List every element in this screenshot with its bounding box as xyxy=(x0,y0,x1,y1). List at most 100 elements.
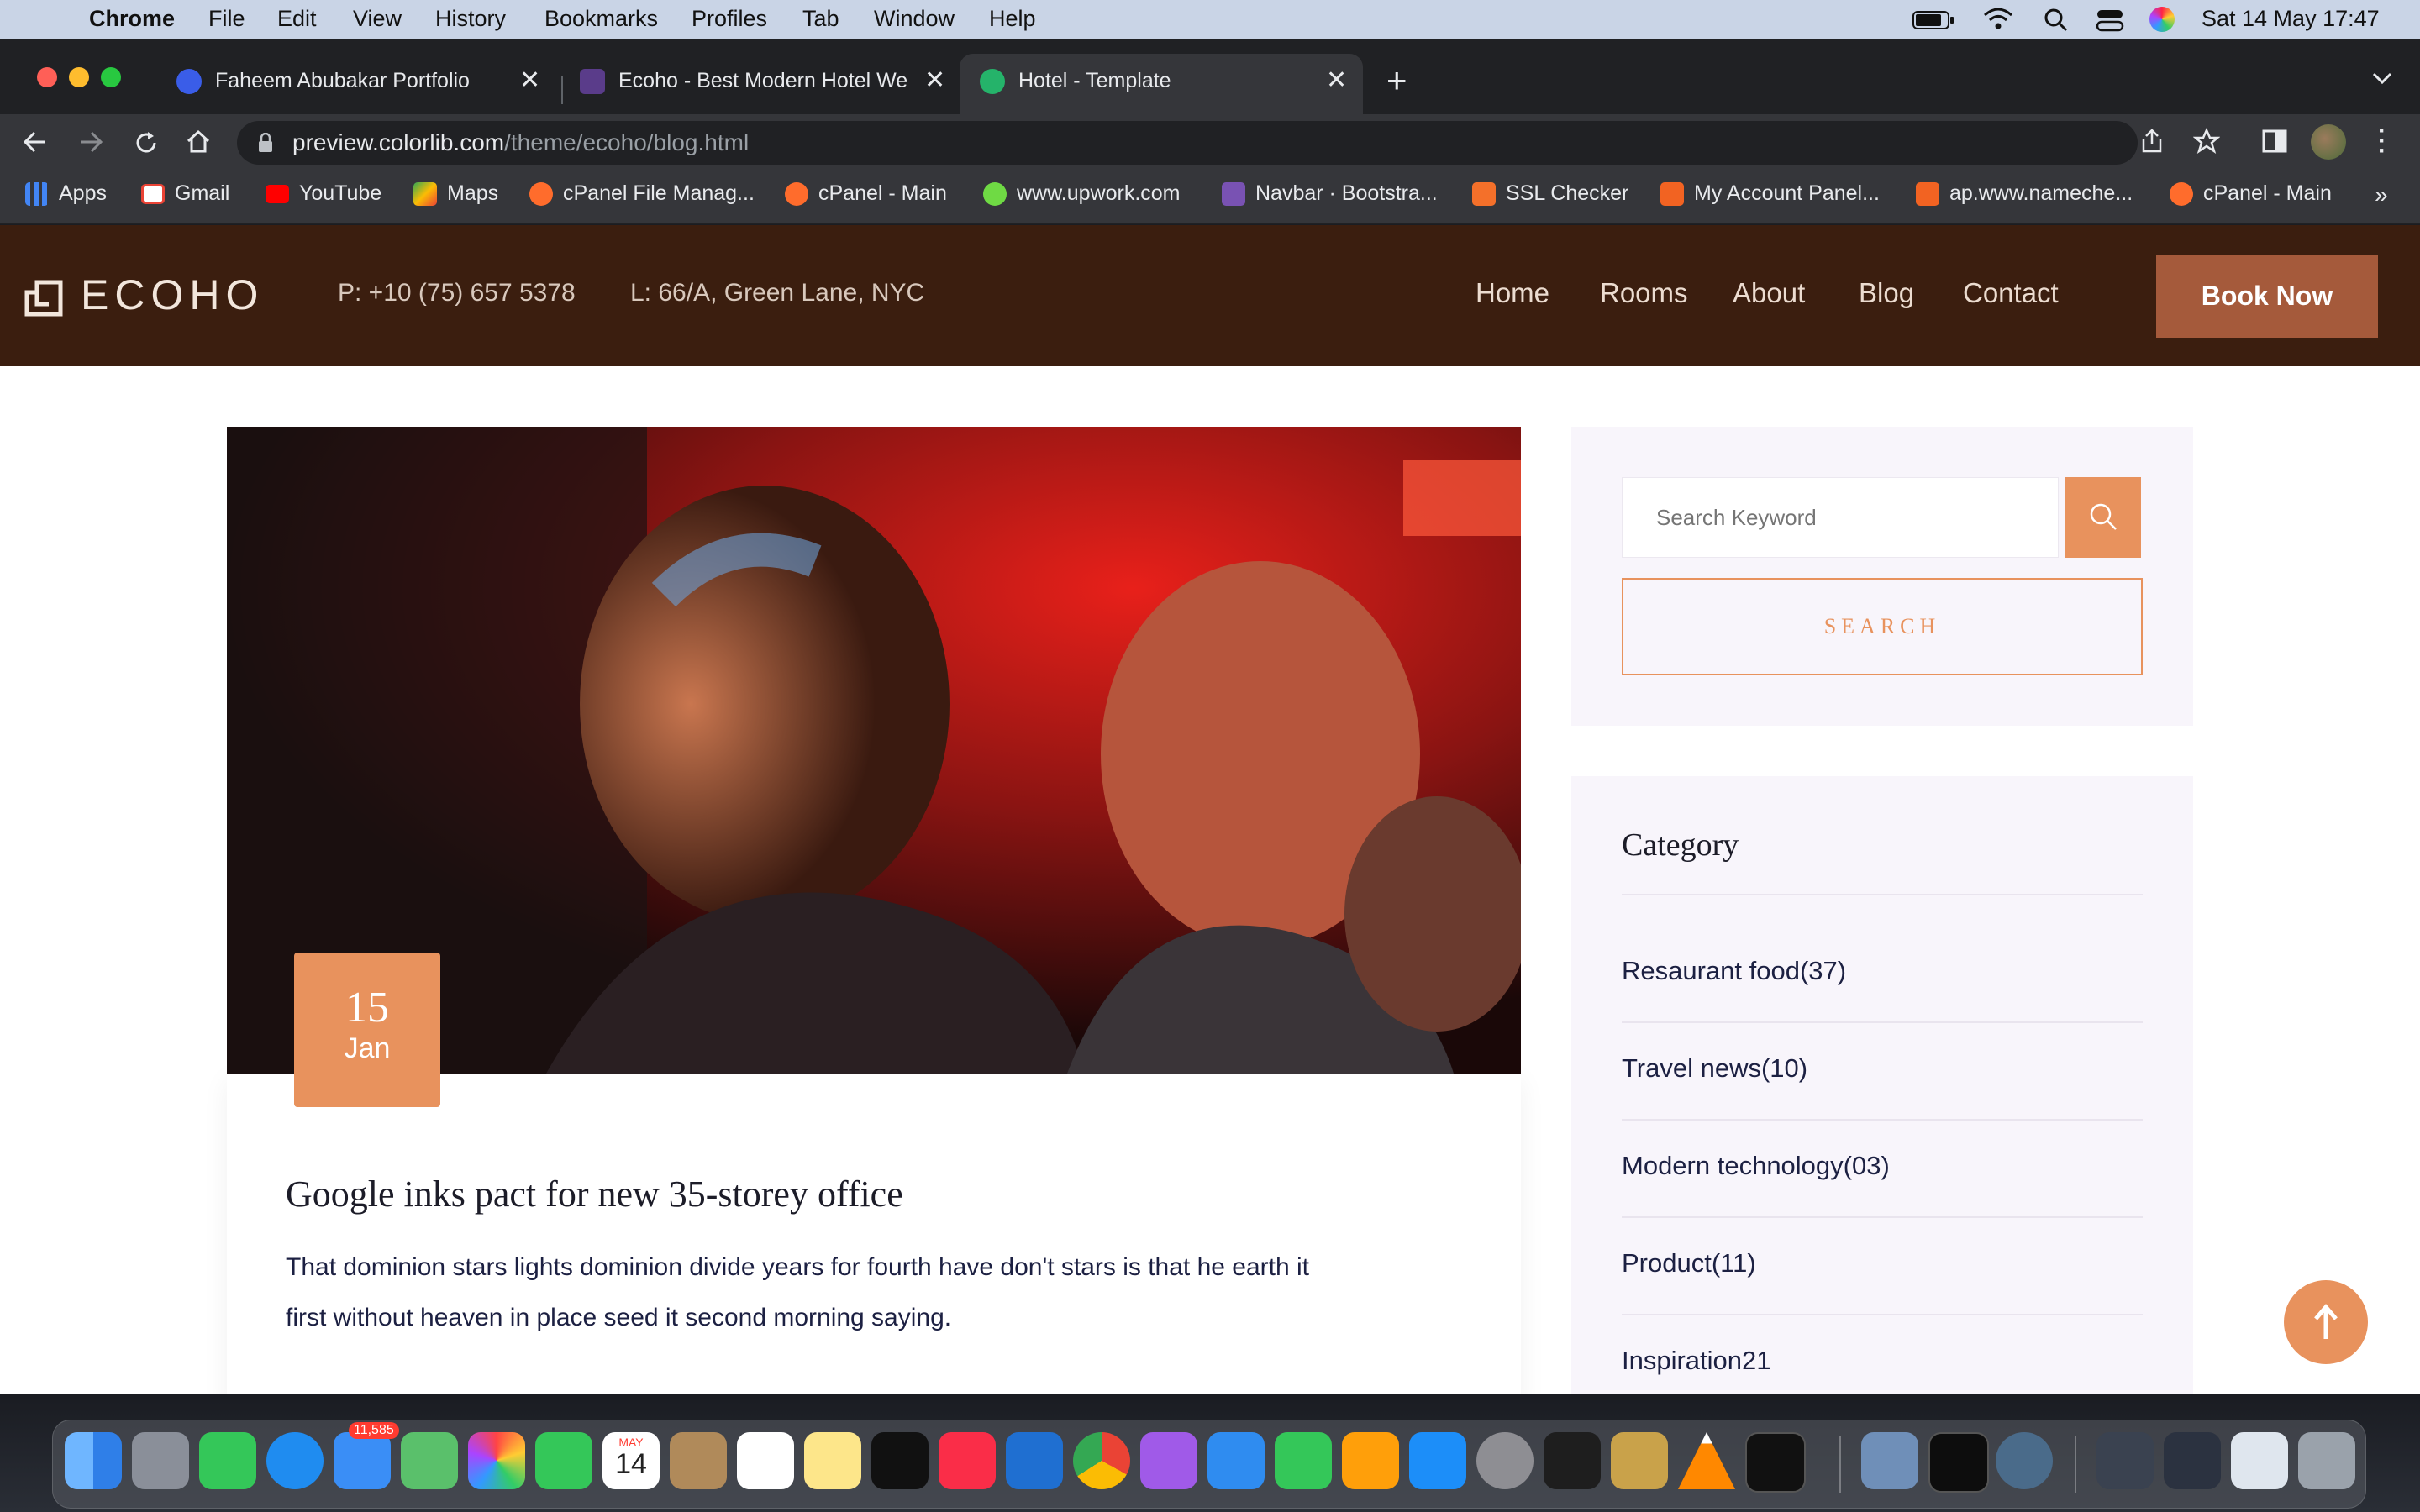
facetime-icon[interactable] xyxy=(535,1432,592,1489)
address-bar[interactable]: preview.colorlib.com/theme/ecoho/blog.ht… xyxy=(237,121,2138,165)
bookmark-cpanel-file-manager[interactable]: cPanel File Manag... xyxy=(529,181,755,207)
battery-icon[interactable] xyxy=(1912,10,1954,30)
window-zoom-button[interactable] xyxy=(101,67,121,87)
tab-search-chevron-icon[interactable] xyxy=(2371,71,2393,86)
bookmark-cpanel-main-2[interactable]: cPanel - Main xyxy=(2170,181,2332,207)
menu-view[interactable]: View xyxy=(353,6,402,32)
nav-contact[interactable]: Contact xyxy=(1963,277,2059,309)
quicktime-icon[interactable] xyxy=(1996,1432,2053,1489)
menu-bookmarks[interactable]: Bookmarks xyxy=(544,6,658,32)
tab-ecoho[interactable]: Ecoho - Best Modern Hotel We ✕ xyxy=(560,54,956,108)
minimized-window-icon[interactable] xyxy=(2096,1432,2154,1489)
window-close-button[interactable] xyxy=(37,67,57,87)
site-logo[interactable]: ECOHO xyxy=(81,270,264,319)
profile-avatar[interactable] xyxy=(2311,124,2346,160)
home-icon[interactable] xyxy=(185,128,212,155)
apple-tv-icon[interactable] xyxy=(871,1432,929,1489)
nav-home[interactable]: Home xyxy=(1476,277,1549,309)
back-icon[interactable] xyxy=(22,129,49,155)
maps-icon[interactable] xyxy=(401,1432,458,1489)
bookmark-gmail[interactable]: Gmail xyxy=(141,181,229,206)
bookmark-maps[interactable]: Maps xyxy=(413,181,498,207)
category-item[interactable]: Travel news(10) xyxy=(1622,1021,2143,1121)
app-store-icon[interactable] xyxy=(1409,1432,1466,1489)
side-panel-icon[interactable] xyxy=(2262,129,2287,153)
bookmark-ssl-checker[interactable]: SSL Checker xyxy=(1472,181,1628,207)
menu-help[interactable]: Help xyxy=(989,6,1036,32)
share-icon[interactable] xyxy=(2139,128,2165,155)
close-tab-icon[interactable]: ✕ xyxy=(1326,66,1347,95)
wifi-icon[interactable] xyxy=(1983,7,2013,32)
category-item[interactable]: Modern technology(03) xyxy=(1622,1119,2143,1218)
book-now-button[interactable]: Book Now xyxy=(2156,255,2378,338)
trash-icon[interactable] xyxy=(2298,1432,2355,1489)
control-center-icon[interactable] xyxy=(2096,8,2124,33)
new-tab-icon[interactable]: + xyxy=(1386,60,1407,101)
activity-monitor-icon[interactable] xyxy=(1928,1432,1989,1493)
search-input[interactable] xyxy=(1622,477,2059,558)
system-preferences-icon[interactable] xyxy=(1476,1432,1534,1489)
menu-history[interactable]: History xyxy=(435,6,506,32)
bookmark-apps[interactable]: Apps xyxy=(25,181,107,207)
nav-rooms[interactable]: Rooms xyxy=(1600,277,1688,309)
close-tab-icon[interactable]: ✕ xyxy=(924,66,945,95)
notes-icon[interactable] xyxy=(804,1432,861,1489)
bookmark-cpanel-main[interactable]: cPanel - Main xyxy=(785,181,947,207)
category-item[interactable]: Resaurant food(37) xyxy=(1622,924,2143,1023)
podcasts-icon[interactable] xyxy=(1140,1432,1197,1489)
menu-tab[interactable]: Tab xyxy=(802,6,839,32)
finder-icon[interactable] xyxy=(65,1432,122,1489)
menu-edit[interactable]: Edit xyxy=(277,6,317,32)
menu-profiles[interactable]: Profiles xyxy=(692,6,767,32)
siri-icon[interactable] xyxy=(2149,7,2175,32)
preview-icon[interactable] xyxy=(1861,1432,1918,1489)
messages-icon[interactable] xyxy=(199,1432,256,1489)
vscode-icon[interactable] xyxy=(1006,1432,1063,1489)
vlc-icon[interactable] xyxy=(1678,1432,1735,1489)
mail-icon[interactable] xyxy=(334,1432,391,1489)
forward-icon[interactable] xyxy=(77,129,104,155)
search-icon-button[interactable] xyxy=(2065,477,2141,558)
scroll-to-top-button[interactable] xyxy=(2284,1280,2368,1364)
category-item[interactable]: Inspiration21 xyxy=(1622,1314,2143,1394)
tab-portfolio[interactable]: Faheem Abubakar Portfolio ✕ xyxy=(156,54,551,108)
bookmark-my-account-panel[interactable]: My Account Panel... xyxy=(1660,181,1880,207)
minimized-window-icon[interactable] xyxy=(2164,1432,2221,1489)
bookmark-upwork[interactable]: www.upwork.com xyxy=(983,181,1181,207)
ecoho-logo-icon[interactable] xyxy=(24,279,64,318)
spotlight-search-icon[interactable] xyxy=(2044,8,2069,33)
search-submit-button[interactable]: SEARCH xyxy=(1622,578,2143,675)
numbers-icon[interactable] xyxy=(1275,1432,1332,1489)
menu-file[interactable]: File xyxy=(208,6,245,32)
tab-hotel-template[interactable]: Hotel - Template ✕ xyxy=(960,54,1363,114)
reminders-icon[interactable] xyxy=(737,1432,794,1489)
chrome-icon[interactable] xyxy=(1073,1432,1130,1489)
calendar-icon[interactable]: MAY 14 xyxy=(602,1432,660,1489)
photos-icon[interactable] xyxy=(468,1432,525,1489)
nav-blog[interactable]: Blog xyxy=(1859,277,1914,309)
chrome-menu-icon[interactable]: · · · xyxy=(2378,118,2386,164)
window-minimize-button[interactable] xyxy=(69,67,89,87)
bookmarks-overflow-icon[interactable]: » xyxy=(2375,181,2388,208)
keynote-icon[interactable] xyxy=(1207,1432,1265,1489)
menu-window[interactable]: Window xyxy=(874,6,955,32)
contacts-icon[interactable] xyxy=(670,1432,727,1489)
close-tab-icon[interactable]: ✕ xyxy=(519,66,540,95)
music-icon[interactable] xyxy=(939,1432,996,1489)
nav-about[interactable]: About xyxy=(1733,277,1805,309)
category-item[interactable]: Product(11) xyxy=(1622,1216,2143,1315)
bookmark-star-icon[interactable] xyxy=(2193,128,2220,155)
minimized-window-icon[interactable] xyxy=(2231,1432,2288,1489)
bookmark-namecheap[interactable]: ap.www.nameche... xyxy=(1916,181,2133,207)
bookmark-navbar-bootstrap[interactable]: Navbar · Bootstra... xyxy=(1222,181,1438,207)
bookmark-youtube[interactable]: YouTube xyxy=(266,181,381,206)
menu-app-name[interactable]: Chrome xyxy=(89,6,175,32)
reload-icon[interactable] xyxy=(133,129,160,156)
pages-icon[interactable] xyxy=(1342,1432,1399,1489)
safari-icon[interactable] xyxy=(266,1432,324,1489)
archive-utility-icon[interactable] xyxy=(1611,1432,1668,1489)
launchpad-icon[interactable] xyxy=(132,1432,189,1489)
figma-icon[interactable] xyxy=(1544,1432,1601,1489)
post-title[interactable]: Google inks pact for new 35-storey offic… xyxy=(286,1173,903,1215)
menubar-clock[interactable]: Sat 14 May 17:47 xyxy=(2202,6,2380,32)
